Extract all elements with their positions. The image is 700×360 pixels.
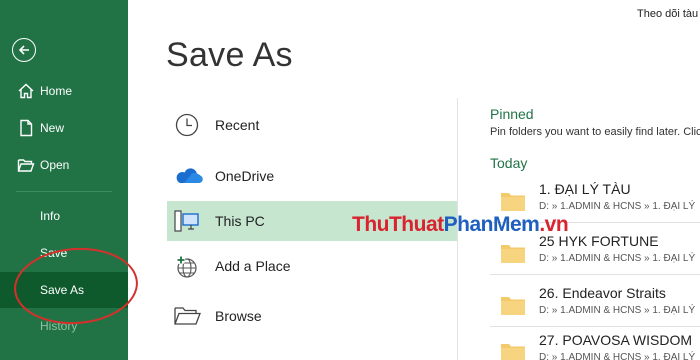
today-heading: Today bbox=[490, 155, 528, 171]
pinned-description: Pin folders you want to easily find late… bbox=[490, 126, 700, 138]
recent-folder-item[interactable]: 27. POAVOSA WISDOM D: » 1.ADMIN & HCNS »… bbox=[490, 326, 700, 360]
location-label: Browse bbox=[215, 308, 262, 324]
location-label: Recent bbox=[215, 117, 260, 133]
globe-plus-icon bbox=[173, 254, 201, 278]
page-title: Save As bbox=[166, 36, 293, 74]
folder-icon bbox=[500, 294, 526, 316]
row-divider bbox=[490, 274, 700, 275]
location-label: Add a Place bbox=[215, 258, 291, 274]
sidebar-item-info[interactable]: Info bbox=[0, 199, 128, 233]
location-recent[interactable]: Recent bbox=[167, 105, 457, 145]
folder-icon bbox=[500, 242, 526, 264]
back-arrow-icon[interactable] bbox=[12, 38, 36, 62]
sidebar-item-home[interactable]: Home bbox=[0, 74, 128, 108]
folder-path: D: » 1.ADMIN & HCNS » 1. ĐẠI LÝ bbox=[539, 201, 696, 212]
folder-name: 1. ĐẠI LÝ TÀU bbox=[539, 181, 631, 197]
folder-name: 26. Endeavor Straits bbox=[539, 285, 666, 301]
folder-path: D: » 1.ADMIN & HCNS » 1. ĐẠI LÝ bbox=[539, 253, 696, 264]
watermark: ThuThuatPhanMem.vn bbox=[352, 213, 569, 237]
location-label: This PC bbox=[215, 213, 265, 229]
folder-path: D: » 1.ADMIN & HCNS » 1. ĐẠI LÝ bbox=[539, 305, 696, 316]
sidebar-item-label: Info bbox=[40, 209, 61, 223]
location-onedrive[interactable]: OneDrive bbox=[167, 156, 457, 196]
recent-folder-item[interactable]: 26. Endeavor Straits D: » 1.ADMIN & HCNS… bbox=[490, 279, 700, 325]
location-add-a-place[interactable]: Add a Place bbox=[167, 246, 457, 286]
sidebar-divider bbox=[16, 191, 112, 192]
watermark-part: .vn bbox=[539, 213, 569, 236]
cloud-icon bbox=[173, 164, 203, 188]
new-document-icon bbox=[17, 119, 35, 137]
folder-icon bbox=[500, 190, 526, 212]
top-right-status-text: Theo dõi tàu ... bbox=[637, 8, 700, 20]
sidebar-item-label: New bbox=[40, 121, 65, 135]
clock-icon bbox=[173, 113, 201, 137]
watermark-part: ThuThuat bbox=[352, 213, 444, 236]
folder-name: 27. POAVOSA WISDOM bbox=[539, 332, 693, 348]
home-icon bbox=[17, 82, 35, 100]
location-browse[interactable]: Browse bbox=[167, 296, 457, 336]
sidebar-item-label: Open bbox=[40, 158, 70, 172]
sidebar-item-label: Home bbox=[40, 84, 73, 98]
sidebar-item-open[interactable]: Open bbox=[0, 148, 128, 182]
folder-browse-icon bbox=[173, 304, 201, 328]
location-label: OneDrive bbox=[215, 168, 275, 184]
open-folder-icon bbox=[17, 156, 35, 174]
folder-path: D: » 1.ADMIN & HCNS » 1. ĐẠI LÝ bbox=[539, 352, 696, 360]
pinned-heading: Pinned bbox=[490, 106, 534, 122]
watermark-part: PhanMem bbox=[443, 213, 540, 236]
computer-icon bbox=[173, 209, 201, 233]
excel-backstage-save-as: Home New Open Info Save Save As History bbox=[0, 0, 700, 360]
sidebar-item-new[interactable]: New bbox=[0, 111, 128, 145]
folder-icon bbox=[500, 341, 526, 360]
